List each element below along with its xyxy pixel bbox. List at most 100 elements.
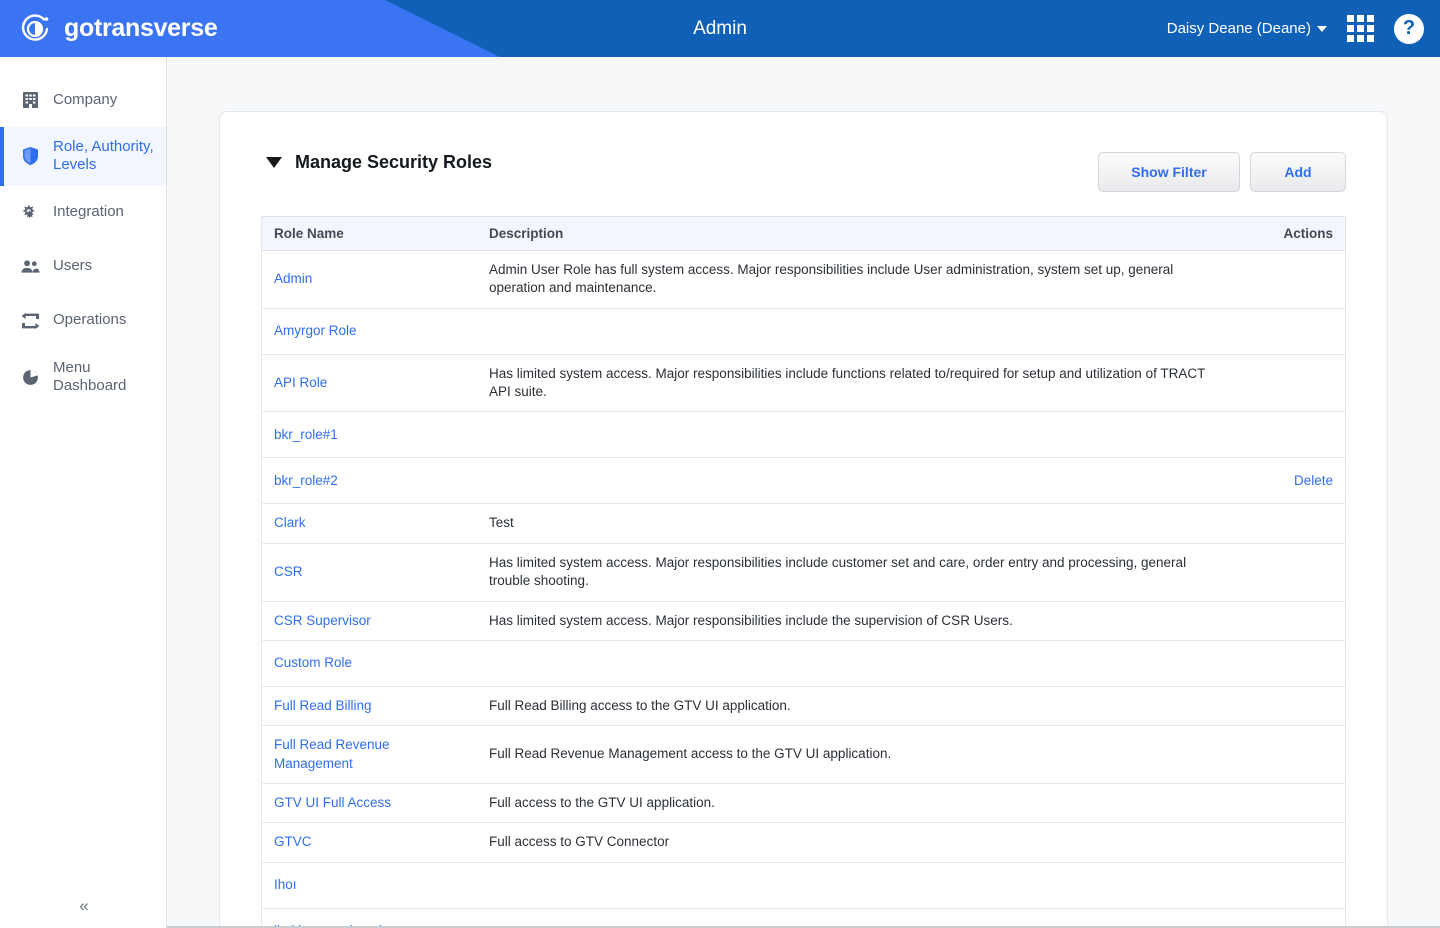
- table-row: Admin Admin User Role has full system acc…: [262, 250, 1345, 309]
- role-name-cell: CSR Supervisor: [262, 601, 477, 641]
- sidebar-item-menu-dashboard[interactable]: Menu Dashboard: [0, 348, 166, 407]
- actions-cell: [1225, 686, 1345, 727]
- actions-cell: Delete: [1225, 457, 1345, 505]
- sidebar-item-integration[interactable]: Integration: [0, 186, 166, 240]
- sidebar-item-label: Role, Authority, Levels: [53, 138, 154, 174]
- brand-name: gotransverse: [64, 14, 218, 42]
- role-name-link[interactable]: CSR Supervisor: [274, 613, 371, 628]
- actions-cell: [1225, 601, 1345, 641]
- role-name-link[interactable]: bkr_role#1: [274, 427, 338, 442]
- sidebar-collapse-button[interactable]: «: [0, 896, 166, 916]
- grid-apps-icon[interactable]: [1347, 15, 1374, 42]
- description-cell: Has limited system access. Major respons…: [477, 601, 1225, 641]
- description-cell: [477, 640, 1225, 687]
- gotransverse-circle-logo-icon: [18, 12, 52, 46]
- role-name-link[interactable]: Clark: [274, 515, 306, 530]
- description-cell: Full access to the GTV UI application.: [477, 783, 1225, 824]
- show-filter-button[interactable]: Show Filter: [1098, 152, 1240, 192]
- description-cell: [477, 457, 1225, 505]
- actions-cell: [1225, 503, 1345, 544]
- user-menu-button[interactable]: Daisy Deane (Deane): [1167, 20, 1327, 37]
- actions-cell: [1225, 250, 1345, 309]
- sidebar-item-label: Menu Dashboard: [53, 358, 127, 394]
- actions-cell: [1225, 725, 1345, 784]
- table-row: Full Read Revenue Management Full Read Re…: [262, 725, 1345, 784]
- role-name-link[interactable]: GTVC: [274, 834, 312, 849]
- table-row: Full Read Billing Full Read Billing acces…: [262, 686, 1345, 727]
- description-cell: Has limited system access. Major respons…: [477, 354, 1225, 413]
- table-row: CSR Has limited system access. Major resp…: [262, 543, 1345, 602]
- description-cell: [477, 862, 1225, 909]
- column-header-actions: Actions: [1225, 216, 1345, 251]
- chevron-down-icon: [1317, 25, 1327, 32]
- table-row: GTVC Full access to GTV Connector: [262, 822, 1345, 863]
- role-name-cell: Admin: [262, 250, 477, 309]
- role-name-cell: bkr_role#1: [262, 411, 477, 459]
- building-icon: [21, 91, 40, 110]
- triangle-down-icon[interactable]: [266, 157, 282, 168]
- sidebar-item-role-authority-levels[interactable]: Role, Authority, Levels: [0, 127, 166, 186]
- sidebar-item-label: Users: [53, 257, 93, 275]
- card-header: Manage Security Roles Show Filter Add: [246, 138, 1361, 192]
- table-header-row: Role Name Description Actions: [262, 216, 1345, 251]
- security-roles-table: Role Name Description Actions Admin Admin…: [262, 216, 1345, 928]
- table-row: Clark Test: [262, 503, 1345, 544]
- role-name-link[interactable]: Amyrgor Role: [274, 323, 357, 338]
- sidebar-item-label: Operations: [53, 311, 127, 329]
- table-body: Admin Admin User Role has full system acc…: [262, 250, 1345, 928]
- role-name-cell: API Role: [262, 354, 477, 413]
- role-name-cell: bkr_role#2: [262, 457, 477, 505]
- sidebar-item-label: Company: [53, 90, 118, 108]
- actions-cell: [1225, 822, 1345, 863]
- description-cell: [477, 411, 1225, 459]
- role-name-link[interactable]: API Role: [274, 375, 327, 390]
- role-name-link[interactable]: CSR: [274, 564, 303, 579]
- description-cell: Admin User Role has full system access. …: [477, 250, 1225, 309]
- card-title-group: Manage Security Roles: [266, 152, 492, 173]
- sidebar-item-operations[interactable]: Operations: [0, 294, 166, 348]
- role-name-cell: Clark: [262, 503, 477, 544]
- column-header-role-name[interactable]: Role Name: [262, 216, 477, 251]
- roles-table-wrapper: Role Name Description Actions Admin Admin…: [261, 216, 1346, 928]
- role-name-link[interactable]: bkr_role#2: [274, 473, 338, 488]
- role-name-cell: Custom Role: [262, 640, 477, 687]
- user-menu-label: Daisy Deane (Deane): [1166, 20, 1311, 37]
- sidebar-item-users[interactable]: Users: [0, 240, 166, 294]
- table-row: bkr_role#1: [262, 411, 1345, 459]
- description-cell: Full Read Billing access to the GTV UI a…: [477, 686, 1225, 727]
- gears-icon: [21, 203, 40, 222]
- brand-logo-area[interactable]: gotransverse: [18, 12, 218, 46]
- column-header-description[interactable]: Description: [477, 216, 1225, 251]
- role-name-link[interactable]: Full Read Billing: [274, 698, 372, 713]
- description-cell: Has limited system access. Major respons…: [477, 543, 1225, 602]
- actions-cell: [1225, 640, 1345, 687]
- main-content: Manage Security Roles Show Filter Add Ro…: [167, 57, 1440, 928]
- actions-cell: [1225, 543, 1345, 602]
- role-name-link[interactable]: Admin: [274, 271, 312, 286]
- add-button[interactable]: Add: [1250, 152, 1346, 192]
- sidebar-item-label: Integration: [53, 203, 124, 221]
- description-cell: Full access to GTV Connector: [477, 822, 1225, 863]
- role-name-link[interactable]: Ihoı: [274, 877, 297, 892]
- role-name-cell: GTV UI Full Access: [262, 783, 477, 824]
- role-name-cell: GTVC: [262, 822, 477, 863]
- role-name-link[interactable]: Full Read Revenue Management: [274, 737, 390, 770]
- role-name-cell: Full Read Revenue Management: [262, 725, 477, 784]
- role-name-cell: Full Read Billing: [262, 686, 477, 727]
- delete-link[interactable]: Delete: [1294, 473, 1333, 488]
- actions-cell: [1225, 411, 1345, 459]
- sidebar-item-company[interactable]: Company: [0, 73, 166, 127]
- table-row: API Role Has limited system access. Major…: [262, 354, 1345, 413]
- actions-cell: [1225, 354, 1345, 413]
- top-header-bar: gotransverse Admin Daisy Deane (Deane) ?: [0, 0, 1440, 57]
- description-cell: Test: [477, 503, 1225, 544]
- question-mark-help-icon[interactable]: ?: [1394, 13, 1424, 44]
- users-icon: [21, 257, 40, 276]
- role-name-link[interactable]: Custom Role: [274, 655, 352, 670]
- actions-cell: [1225, 783, 1345, 824]
- sidebar-nav: Company Role, Authority, Levels Integrat…: [0, 57, 167, 928]
- actions-cell: [1225, 308, 1345, 355]
- table-row: bkr_role#2 Delete: [262, 457, 1345, 505]
- role-name-link[interactable]: GTV UI Full Access: [274, 795, 391, 810]
- table-head: Role Name Description Actions: [262, 216, 1345, 251]
